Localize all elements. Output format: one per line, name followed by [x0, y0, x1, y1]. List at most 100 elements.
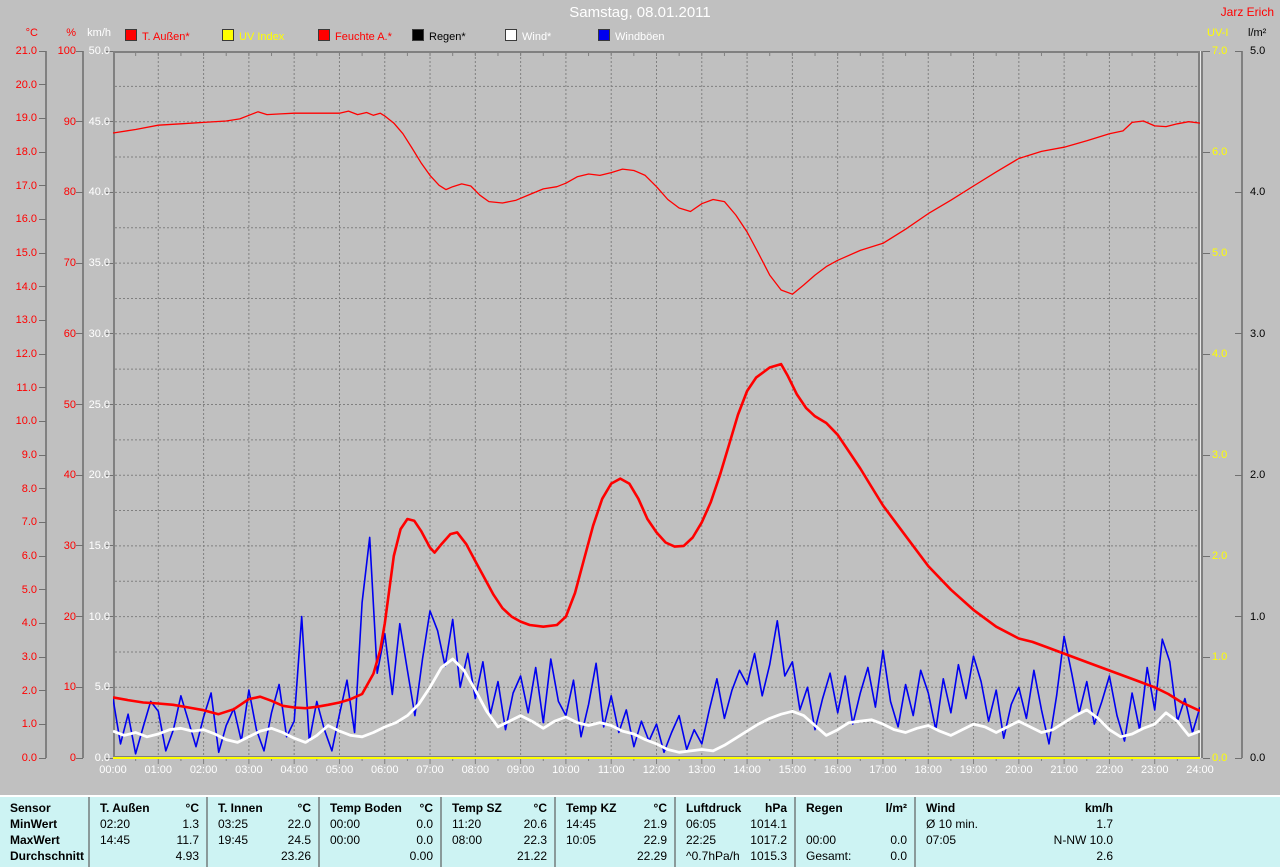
table-cell-time: 00:00	[806, 833, 837, 847]
table-cell-value: 21.9	[643, 817, 667, 831]
y-tick-label-%: 10	[63, 681, 76, 694]
x-tick-label: 18:00	[914, 764, 943, 776]
table-cell-row: 2.6	[916, 848, 1280, 864]
table-cell-value: 0.0	[416, 817, 433, 831]
x-tick-label: 17:00	[869, 764, 897, 776]
legend-swatch-icon	[125, 29, 137, 41]
page-title: Samstag, 08.01.2011	[569, 4, 711, 21]
y-tick-label-°C: 11.0	[16, 381, 37, 394]
y-tick-label-km/h: 0.0	[94, 752, 110, 764]
x-tick-label: 11:00	[597, 764, 625, 776]
y-tick	[1203, 555, 1210, 557]
plot-area	[112, 51, 1201, 775]
table-cell-time: 19:45	[218, 833, 249, 847]
y-tick-label-°C: 10.0	[15, 415, 37, 428]
table-cell-value: N-NW 10.0	[1053, 833, 1113, 847]
y-tick-label-%: 100	[57, 45, 76, 57]
table-cell-row: Ø 10 min. 1.7	[916, 816, 1280, 832]
y-tick-label-%: 30	[63, 539, 76, 552]
table-row-label: MaxWert	[10, 833, 60, 847]
y-tick-label-°C: 18.0	[15, 146, 37, 158]
table-cell-time: Ø 10 min.	[926, 817, 979, 831]
table-column-name: Temp KZ	[566, 801, 617, 815]
legend-swatch-icon	[598, 29, 610, 41]
x-tick-label: 16:00	[823, 764, 852, 776]
y-tick-label-km/h: 35.0	[88, 257, 110, 270]
table-cell-row: 21.22	[442, 848, 554, 864]
y-tick-label-%: 70	[63, 257, 76, 270]
x-tick-label: 15:00	[778, 764, 807, 776]
y-tick-label-%: 0	[69, 752, 76, 764]
y-tick-label-l/m²: 2.0	[1250, 469, 1266, 482]
table-column-name: T. Innen	[218, 801, 263, 815]
table-cell-time: 06:05	[686, 817, 717, 831]
x-tick-label: 09:00	[506, 764, 535, 776]
table-column-header: T. Außen °C	[90, 800, 206, 816]
table-column-T. Innen: T. Innen °C 03:25 22.0 19:45 24.5 23.26	[206, 797, 318, 867]
y-tick	[1235, 474, 1242, 476]
table-cell-value: 0.0	[890, 833, 907, 847]
table-column-header: Temp SZ °C	[442, 800, 554, 816]
table-cell-value: 24.5	[287, 833, 311, 847]
y-tick-label-l/m²: 4.0	[1250, 186, 1266, 199]
table-cell-row: 00:00 0.0	[320, 816, 440, 832]
y-tick	[39, 723, 46, 725]
table-cell-value: 1015.3	[750, 849, 787, 863]
table-column-unit: l/m²	[885, 801, 907, 815]
table-cell-row: 00:00 0.0	[796, 832, 914, 848]
y-tick	[39, 286, 46, 288]
y-tick-label-km/h: 45.0	[88, 115, 110, 128]
table-cell-value: 23.26	[280, 849, 311, 863]
table-cell-value: 1017.2	[750, 833, 787, 847]
table-cell-time: 00:00	[330, 817, 361, 831]
y-tick	[39, 252, 46, 254]
table-column-unit: km/h	[1084, 801, 1113, 815]
table-column-unit: °C	[185, 801, 199, 815]
y-tick	[1203, 454, 1210, 456]
table-column-Temp SZ: Temp SZ °C 11:20 20.6 08:00 22.3 21.22	[440, 797, 554, 867]
axis-header-l/m²: l/m²	[1248, 27, 1267, 39]
y-tick	[1203, 50, 1210, 52]
table-column-Regen: Regen l/m² 00:00 0.0 Gesamt: 0.0	[794, 797, 914, 867]
x-tick-label: 22:00	[1095, 764, 1124, 776]
table-column-Temp Boden: Temp Boden °C 00:00 0.0 00:00 0.0 0.00	[318, 797, 440, 867]
table-column-name: Regen	[806, 801, 843, 815]
y-tick	[39, 521, 46, 523]
table-cell-time: 07:05	[926, 833, 957, 847]
plot-highlight-line	[1200, 51, 1201, 758]
table-cell-time: 10:05	[566, 833, 597, 847]
y-tick-label-km/h: 30.0	[88, 327, 110, 340]
table-column-Wind: Wind km/h Ø 10 min. 1.7 07:05 N-NW 10.0 2.6	[914, 797, 1280, 867]
y-tick	[39, 420, 46, 422]
legend-item: Windböen	[598, 29, 665, 43]
legend-item: Wind*	[505, 29, 552, 43]
y-tick-label-km/h: 25.0	[88, 398, 110, 411]
y-tick-label-°C: 7.0	[21, 516, 37, 529]
table-cell-row: 0.00	[320, 848, 440, 864]
y-tick-label-°C: 13.0	[15, 314, 37, 327]
y-tick	[1203, 353, 1210, 355]
y-tick-label-°C: 6.0	[21, 550, 37, 562]
table-cell-time: 00:00	[330, 833, 361, 847]
y-tick-label-°C: 8.0	[21, 482, 37, 495]
legend-swatch-icon	[412, 29, 424, 41]
table-cell-time: 14:45	[566, 817, 597, 831]
y-tick-label-°C: 12.0	[15, 348, 37, 360]
table-column-unit: °C	[297, 801, 311, 815]
table-cell-time: 03:25	[218, 817, 249, 831]
table-column-header: Temp Boden °C	[320, 800, 440, 816]
legend-label: Wind*	[522, 31, 552, 43]
table-sensor-column: Sensor MinWert MaxWert Durchschnitt	[0, 797, 88, 867]
axis-line-l/m²	[1241, 51, 1243, 758]
table-cell-row: 07:05 N-NW 10.0	[916, 832, 1280, 848]
x-tick-label: 24:00	[1186, 764, 1214, 776]
table-cell-value: 0.0	[416, 833, 433, 847]
table-column-name: Luftdruck	[686, 801, 742, 815]
weather-station-screen: Samstag, 08.01.2011 Jarz Erich °C% km/h UV…	[0, 0, 1280, 867]
y-tick	[1235, 333, 1242, 335]
y-tick-label-l/m²: 5.0	[1250, 45, 1266, 57]
y-tick-label-%: 50	[63, 398, 76, 411]
x-tick-label: 14:00	[733, 764, 761, 776]
y-tick-label-°C: 16.0	[15, 213, 37, 226]
table-column-name: Temp SZ	[452, 801, 502, 815]
